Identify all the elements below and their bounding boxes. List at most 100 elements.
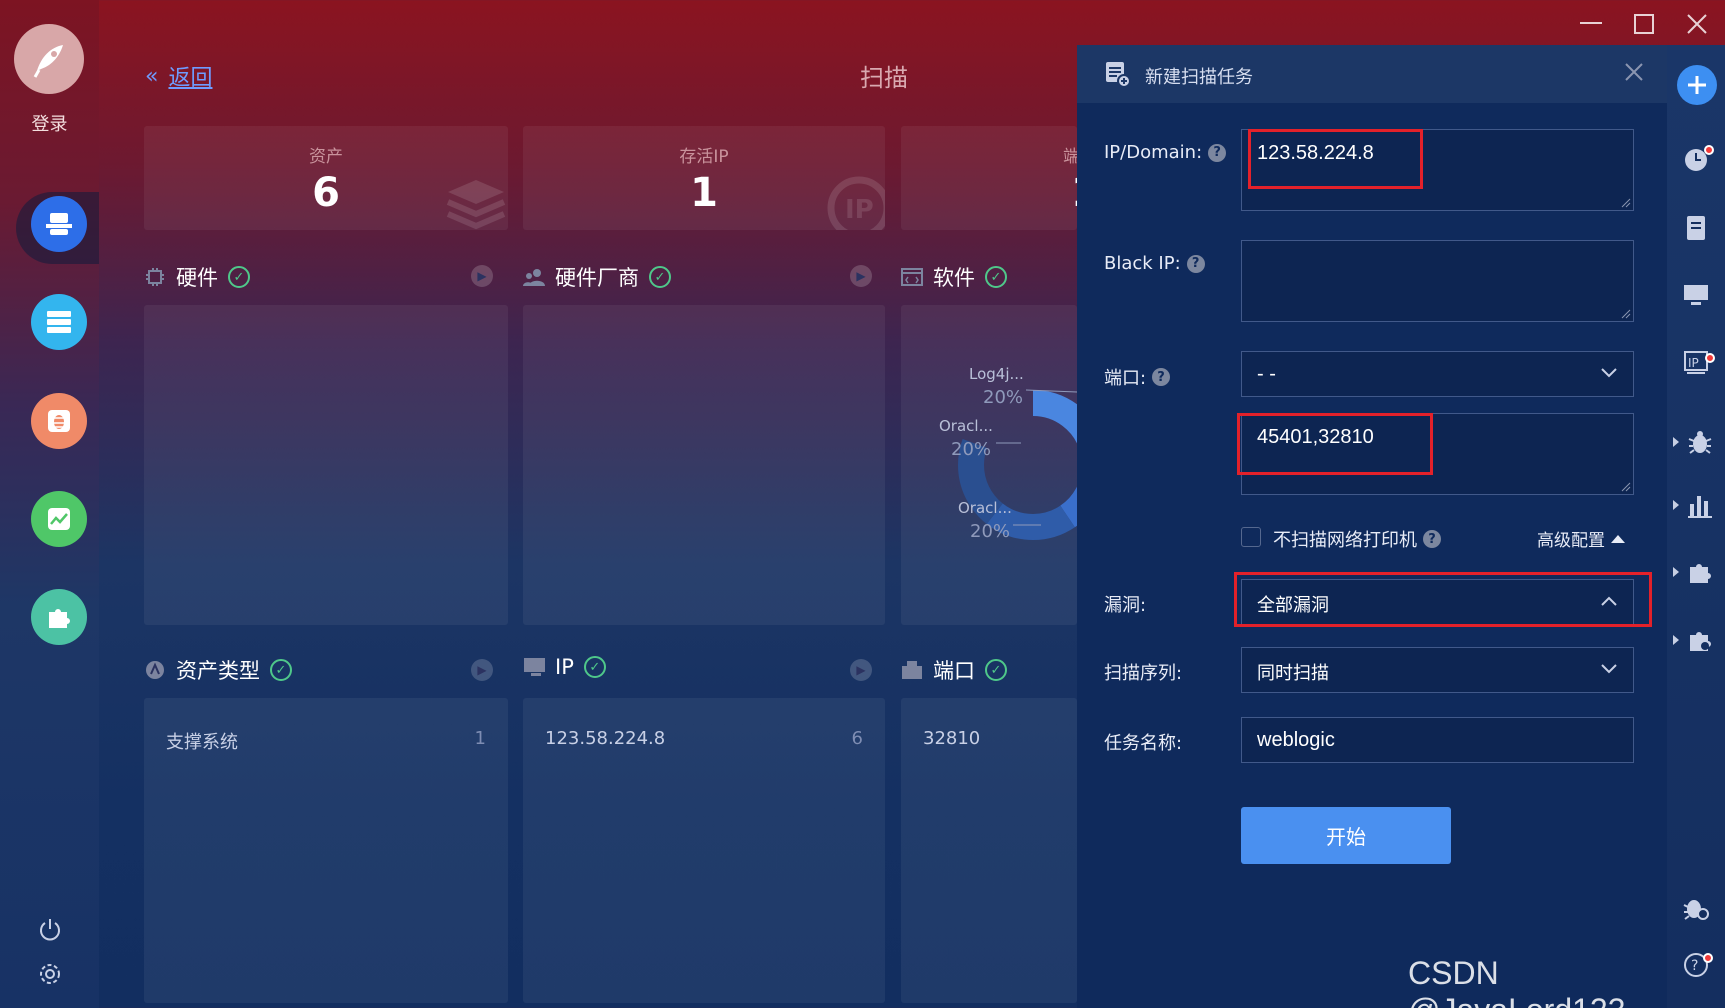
caret-up-icon: [1611, 535, 1625, 543]
section-ip: IP ✓: [523, 655, 606, 679]
no-printer-checkbox[interactable]: [1241, 527, 1261, 547]
check-circle-icon: ✓: [583, 656, 606, 678]
bug-icon[interactable]: [1685, 427, 1715, 457]
resize-handle-icon[interactable]: [1621, 309, 1631, 319]
login-label[interactable]: 登录: [0, 110, 99, 136]
monitor-icon[interactable]: [1681, 280, 1711, 310]
stat-label: 资产: [309, 147, 343, 167]
ip-domain-label: IP/Domain: ?: [1104, 142, 1227, 163]
label-text: 扫描序列:: [1104, 663, 1183, 684]
start-button[interactable]: 开始: [1241, 807, 1451, 864]
help-icon[interactable]: ?: [1186, 254, 1205, 273]
document-icon[interactable]: [1681, 213, 1711, 243]
stat-card-assets[interactable]: 资产 6: [144, 126, 508, 230]
expand-arrow-icon[interactable]: [1673, 500, 1679, 510]
puzzle-settings-icon[interactable]: [1685, 625, 1715, 655]
back-label: 返回: [168, 66, 213, 91]
back-link[interactable]: « 返回: [145, 60, 212, 92]
section-title: 软件: [933, 266, 975, 290]
expand-arrow-icon[interactable]: [1673, 567, 1679, 577]
nav-chart-icon[interactable]: [31, 491, 87, 547]
help-icon[interactable]: ?: [1208, 143, 1227, 162]
chart-percent: 20%: [951, 439, 992, 460]
stat-card-alive-ip[interactable]: 存活IP 1 IP: [523, 126, 885, 230]
chevron-right-icon[interactable]: ▶: [471, 659, 493, 681]
close-window-icon[interactable]: [1683, 12, 1711, 36]
notification-dot: [1704, 145, 1714, 155]
help-icon[interactable]: ?: [1152, 368, 1171, 386]
task-name-input[interactable]: weblogic: [1241, 717, 1634, 763]
check-circle-icon: ✓: [649, 266, 671, 288]
watermark-text: CSDN @JavaLord123: [1408, 955, 1626, 1008]
no-printer-label: 不扫描网络打印机 ?: [1273, 526, 1441, 552]
task-icon: [1106, 62, 1131, 88]
chart-label: Oracl...: [958, 499, 1012, 517]
list-item-count: 1: [474, 728, 486, 749]
chevron-right-icon[interactable]: ▶: [471, 265, 493, 287]
chevron-right-icon[interactable]: ▶: [850, 265, 872, 287]
list-item[interactable]: 123.58.224.8 6: [545, 728, 863, 749]
chart-label: Oracl...: [939, 417, 993, 435]
nav-bug-icon[interactable]: [31, 393, 87, 449]
asset-type-panel: 支撑系统 1: [144, 698, 508, 1003]
minimize-icon[interactable]: [1577, 12, 1605, 36]
power-icon[interactable]: [36, 916, 64, 944]
nav-list-icon[interactable]: [31, 294, 87, 350]
section-port: 端口 ✓: [901, 655, 1007, 685]
layers-icon: [446, 180, 506, 230]
chevron-down-icon: [1601, 368, 1617, 378]
list-item-name: 支撑系统: [166, 732, 238, 753]
black-ip-input[interactable]: [1241, 240, 1634, 322]
dialog-header: 新建扫描任务: [1077, 45, 1667, 103]
section-title: 硬件: [176, 266, 218, 290]
software-panel: Log4j... 20% Oracl... 20% Oracl... 20%: [901, 305, 1077, 625]
scan-sequence-label: 扫描序列:: [1104, 659, 1182, 685]
section-hardware: 硬件 ✓: [144, 262, 250, 292]
scan-sequence-select[interactable]: 同时扫描: [1241, 647, 1634, 693]
advanced-config-toggle[interactable]: 高级配置: [1537, 526, 1625, 551]
software-donut-chart: [958, 389, 1077, 540]
nav-scan-icon[interactable]: [31, 196, 87, 252]
vendor-panel: [523, 305, 885, 625]
list-item[interactable]: 支撑系统 1: [166, 728, 486, 754]
task-name-label: 任务名称:: [1104, 729, 1182, 755]
port-panel: 32810: [901, 698, 1077, 1003]
highlight-box: [1237, 413, 1433, 475]
chart-label: Log4j...: [969, 365, 1024, 383]
svg-text:IP: IP: [845, 195, 874, 225]
port-select[interactable]: - -: [1241, 351, 1634, 397]
section-vendor: 硬件厂商 ✓: [523, 262, 671, 292]
expand-arrow-icon[interactable]: [1673, 635, 1679, 645]
bug-settings-icon[interactable]: [1681, 893, 1711, 923]
chevron-down-icon: [1601, 664, 1617, 674]
task-name-value: weblogic: [1257, 729, 1335, 751]
notification-dot: [1705, 353, 1715, 363]
resize-handle-icon[interactable]: [1621, 198, 1631, 208]
chevron-right-icon[interactable]: ▶: [850, 659, 872, 681]
vuln-label: 漏洞:: [1104, 591, 1146, 617]
nav-plugin-icon[interactable]: [31, 589, 87, 645]
puzzle-icon[interactable]: [1685, 557, 1715, 587]
help-icon[interactable]: ?: [1423, 530, 1441, 548]
ip-icon[interactable]: IP: [1681, 348, 1711, 378]
asset-type-icon: [144, 659, 166, 681]
check-circle-icon: ✓: [270, 659, 292, 681]
port-select-value: - -: [1257, 363, 1276, 385]
expand-arrow-icon[interactable]: [1673, 437, 1679, 447]
chart-percent: 20%: [970, 521, 1011, 542]
maximize-icon[interactable]: [1630, 12, 1658, 36]
list-item[interactable]: 32810: [923, 728, 1055, 749]
close-icon[interactable]: [1623, 61, 1645, 83]
label-text: Black IP:: [1104, 253, 1181, 274]
label-text: 任务名称:: [1104, 733, 1183, 754]
double-chevron-left-icon: «: [145, 63, 159, 89]
add-plus-icon[interactable]: [1677, 65, 1717, 105]
resize-handle-icon[interactable]: [1621, 482, 1631, 492]
stat-label: 端: [1063, 147, 1077, 167]
section-title: IP: [555, 655, 574, 679]
app-logo-icon[interactable]: [14, 24, 84, 94]
check-circle-icon: ✓: [985, 659, 1007, 681]
bar-chart-icon[interactable]: [1685, 490, 1715, 520]
settings-gear-icon[interactable]: [36, 960, 64, 988]
stat-card-ports[interactable]: 端 1: [901, 126, 1077, 230]
